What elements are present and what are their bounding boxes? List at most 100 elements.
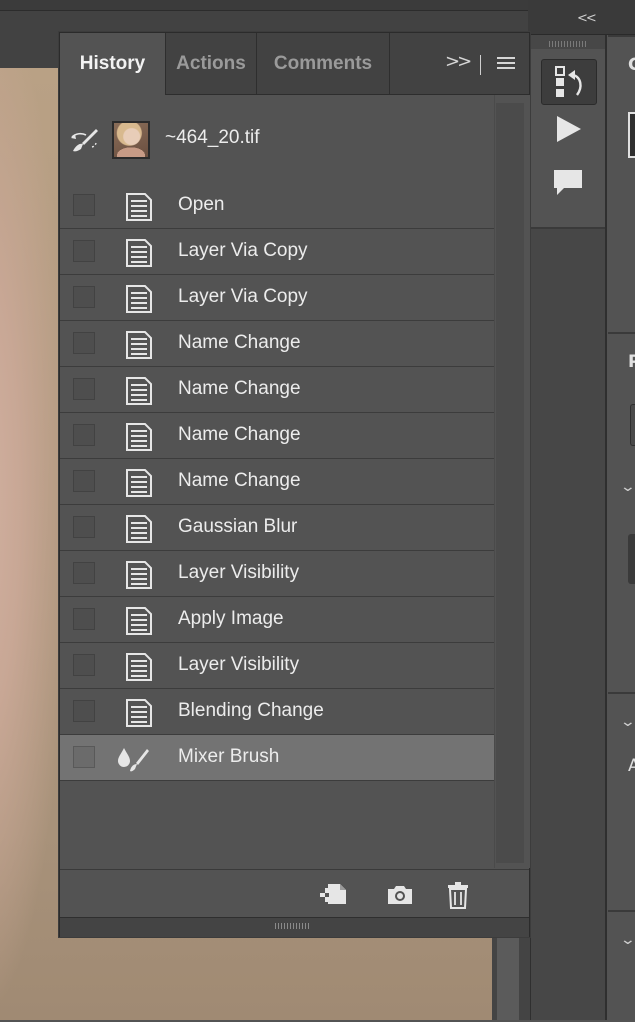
history-state-row[interactable]: Name Change [60, 367, 494, 413]
history-state-checkbox[interactable] [73, 516, 95, 538]
history-state-checkbox[interactable] [73, 194, 95, 216]
right-panel-4: ⌄ [608, 910, 635, 1022]
camera-icon [388, 886, 412, 904]
document-icon [124, 192, 154, 226]
history-state-checkbox[interactable] [73, 424, 95, 446]
history-state-label: Open [178, 194, 225, 215]
history-state-row[interactable]: Open [60, 183, 494, 229]
history-state-row[interactable]: Name Change [60, 321, 494, 367]
right-panel-3-label: A [628, 756, 635, 776]
snapshot-thumbnail[interactable] [112, 121, 150, 159]
history-state-label: Layer Visibility [178, 562, 300, 583]
document-icon [124, 468, 154, 502]
chevron-down-icon[interactable]: ⌄ [620, 932, 635, 948]
history-state-label: Layer Visibility [178, 654, 300, 675]
chevron-down-icon[interactable]: ⌄ [620, 714, 635, 730]
history-state-row[interactable]: Name Change [60, 413, 494, 459]
history-state-label: Name Change [178, 378, 301, 399]
tab-actions[interactable]: Actions [166, 33, 257, 94]
history-state-list: Open Layer Via Copy Layer Via Copy Name Cha… [60, 183, 494, 781]
history-icon [555, 66, 582, 97]
right-panel-2: P ⌄ [608, 332, 635, 754]
history-state-checkbox[interactable] [73, 608, 95, 630]
document-icon [124, 238, 154, 272]
right-panel-field[interactable] [630, 404, 635, 446]
document-icon [124, 284, 154, 318]
document-icon [124, 652, 154, 686]
history-scrollbar-thumb[interactable] [496, 103, 524, 863]
history-brush-source-icon[interactable] [70, 125, 100, 155]
history-state-checkbox[interactable] [73, 654, 95, 676]
tab-overflow-button[interactable]: >> [445, 51, 472, 72]
history-state-label: Mixer Brush [178, 746, 280, 767]
document-icon [124, 330, 154, 364]
document-icon [124, 698, 154, 732]
history-state-row[interactable]: Layer Visibility [60, 643, 494, 689]
play-icon [557, 116, 581, 142]
history-state-label: Gaussian Blur [178, 516, 298, 537]
canvas-scrollbar[interactable] [497, 930, 519, 1020]
comment-icon [554, 170, 582, 195]
trash-icon [448, 882, 468, 909]
actions-panel-button[interactable] [541, 107, 595, 151]
panel-resize-grip[interactable] [275, 923, 311, 929]
history-state-label: Layer Via Copy [178, 240, 308, 261]
tab-comments[interactable]: Comments [257, 33, 390, 94]
right-panel-1: C [608, 35, 635, 332]
history-state-row[interactable]: Layer Via Copy [60, 275, 494, 321]
history-state-label: Blending Change [178, 700, 324, 721]
history-state-row[interactable]: Name Change [60, 459, 494, 505]
new-document-button[interactable] [318, 880, 348, 910]
history-state-checkbox[interactable] [73, 562, 95, 584]
panel-menu-icon[interactable] [497, 57, 515, 72]
tab-history[interactable]: History [60, 33, 166, 95]
snapshot-row[interactable]: ~464_20.tif [60, 95, 494, 184]
history-state-checkbox[interactable] [73, 700, 95, 722]
history-state-row[interactable]: Blending Change [60, 689, 494, 735]
history-state-checkbox[interactable] [73, 746, 95, 768]
history-state-label: Layer Via Copy [178, 286, 308, 307]
document-icon [124, 560, 154, 594]
document-icon [124, 606, 154, 640]
history-state-label: Name Change [178, 424, 301, 445]
right-panel-field-2[interactable] [628, 534, 635, 584]
history-panel: History Actions Comments >> ~464_20.tif … [59, 32, 530, 937]
history-state-row[interactable]: Gaussian Blur [60, 505, 494, 551]
snapshot-name: ~464_20.tif [165, 127, 260, 148]
history-panel-button[interactable] [541, 59, 597, 105]
dock-icon-group [531, 49, 605, 229]
history-state-checkbox[interactable] [73, 470, 95, 492]
right-panel-3: ⌄ A [608, 692, 635, 914]
history-state-checkbox[interactable] [73, 240, 95, 262]
right-panel-swatch[interactable] [628, 112, 635, 158]
right-panel-stack: C P ⌄ ⌄ A ⌄ [608, 35, 635, 1022]
history-state-checkbox[interactable] [73, 286, 95, 308]
new-snapshot-button[interactable] [385, 880, 415, 910]
document-icon [124, 422, 154, 456]
right-panel-2-title: P [628, 352, 635, 372]
collapse-dock-button[interactable]: << [577, 12, 597, 26]
history-state-label: Name Change [178, 470, 301, 491]
history-state-row[interactable]: Layer Visibility [60, 551, 494, 597]
delete-state-button[interactable] [443, 880, 473, 910]
document-icon [124, 376, 154, 410]
chevron-down-icon[interactable]: ⌄ [620, 479, 635, 495]
panel-resize-bar [60, 917, 529, 937]
mixer-brush-icon [116, 744, 150, 778]
tab-divider [480, 55, 481, 75]
history-state-checkbox[interactable] [73, 332, 95, 354]
right-panel-1-title: C [628, 55, 635, 75]
history-state-label: Name Change [178, 332, 301, 353]
document-icon [124, 514, 154, 548]
canvas-tab-strip [0, 0, 530, 11]
dock-grip[interactable] [549, 41, 587, 47]
dock-icon-column [530, 35, 607, 1020]
history-state-checkbox[interactable] [73, 378, 95, 400]
history-state-row[interactable]: Layer Via Copy [60, 229, 494, 275]
history-state-label: Apply Image [178, 608, 284, 629]
history-footer [60, 869, 529, 918]
history-state-row[interactable]: Apply Image [60, 597, 494, 643]
comments-panel-button[interactable] [541, 161, 595, 205]
history-state-row[interactable]: Mixer Brush [60, 735, 494, 781]
panel-tab-bar: History Actions Comments >> [60, 33, 529, 95]
